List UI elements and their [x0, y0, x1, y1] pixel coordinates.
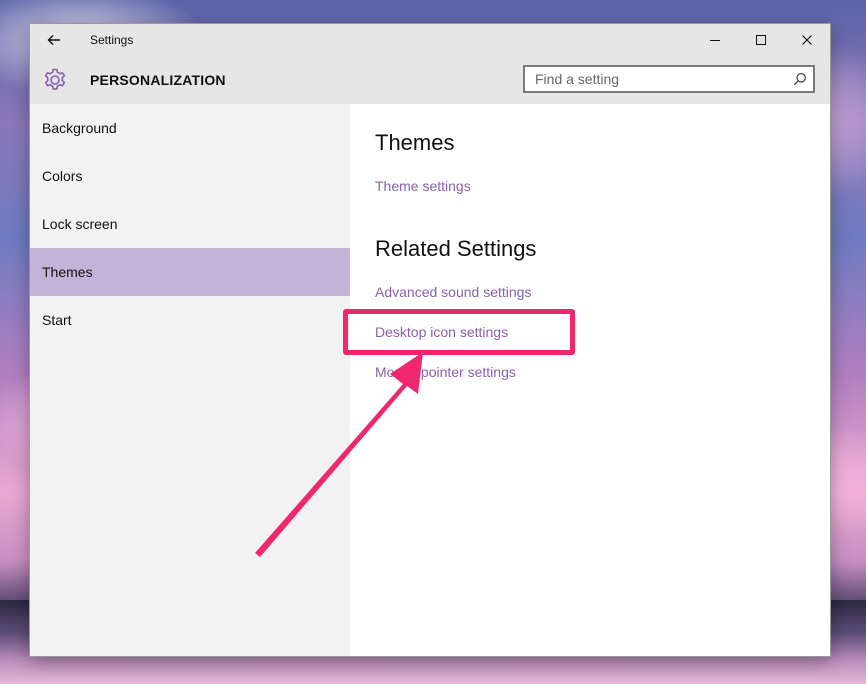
- sidebar-item-background[interactable]: Background: [30, 104, 350, 152]
- window-title: Settings: [90, 33, 133, 47]
- sidebar-item-start[interactable]: Start: [30, 296, 350, 344]
- gear-icon: [42, 67, 68, 93]
- themes-heading: Themes: [375, 130, 454, 156]
- search-box[interactable]: [523, 65, 815, 93]
- desktop-background: Settings: [0, 0, 866, 684]
- sidebar-item-lock-screen[interactable]: Lock screen: [30, 200, 350, 248]
- sidebar-item-themes[interactable]: Themes: [30, 248, 350, 296]
- sidebar: Background Colors Lock screen Themes Sta…: [30, 104, 350, 656]
- close-button[interactable]: [784, 24, 830, 56]
- title-bar: Settings: [30, 24, 830, 56]
- close-icon: [801, 34, 813, 46]
- minimize-icon: [709, 34, 721, 46]
- maximize-button[interactable]: [738, 24, 784, 56]
- minimize-button[interactable]: [692, 24, 738, 56]
- advanced-sound-settings-link[interactable]: Advanced sound settings: [375, 284, 531, 300]
- mouse-pointer-settings-link[interactable]: Mouse pointer settings: [375, 364, 516, 380]
- maximize-icon: [755, 34, 767, 46]
- sidebar-item-colors[interactable]: Colors: [30, 152, 350, 200]
- annotation-highlight-box: [343, 309, 575, 355]
- settings-header: PERSONALIZATION: [30, 56, 830, 104]
- search-icon[interactable]: [793, 72, 807, 86]
- back-arrow-icon: [46, 32, 62, 48]
- back-button[interactable]: [42, 28, 66, 52]
- page-title: PERSONALIZATION: [90, 72, 226, 88]
- theme-settings-link[interactable]: Theme settings: [375, 178, 471, 194]
- content-pane: Themes Theme settings Related Settings A…: [350, 104, 830, 656]
- related-settings-heading: Related Settings: [375, 236, 536, 262]
- search-input[interactable]: [525, 67, 785, 91]
